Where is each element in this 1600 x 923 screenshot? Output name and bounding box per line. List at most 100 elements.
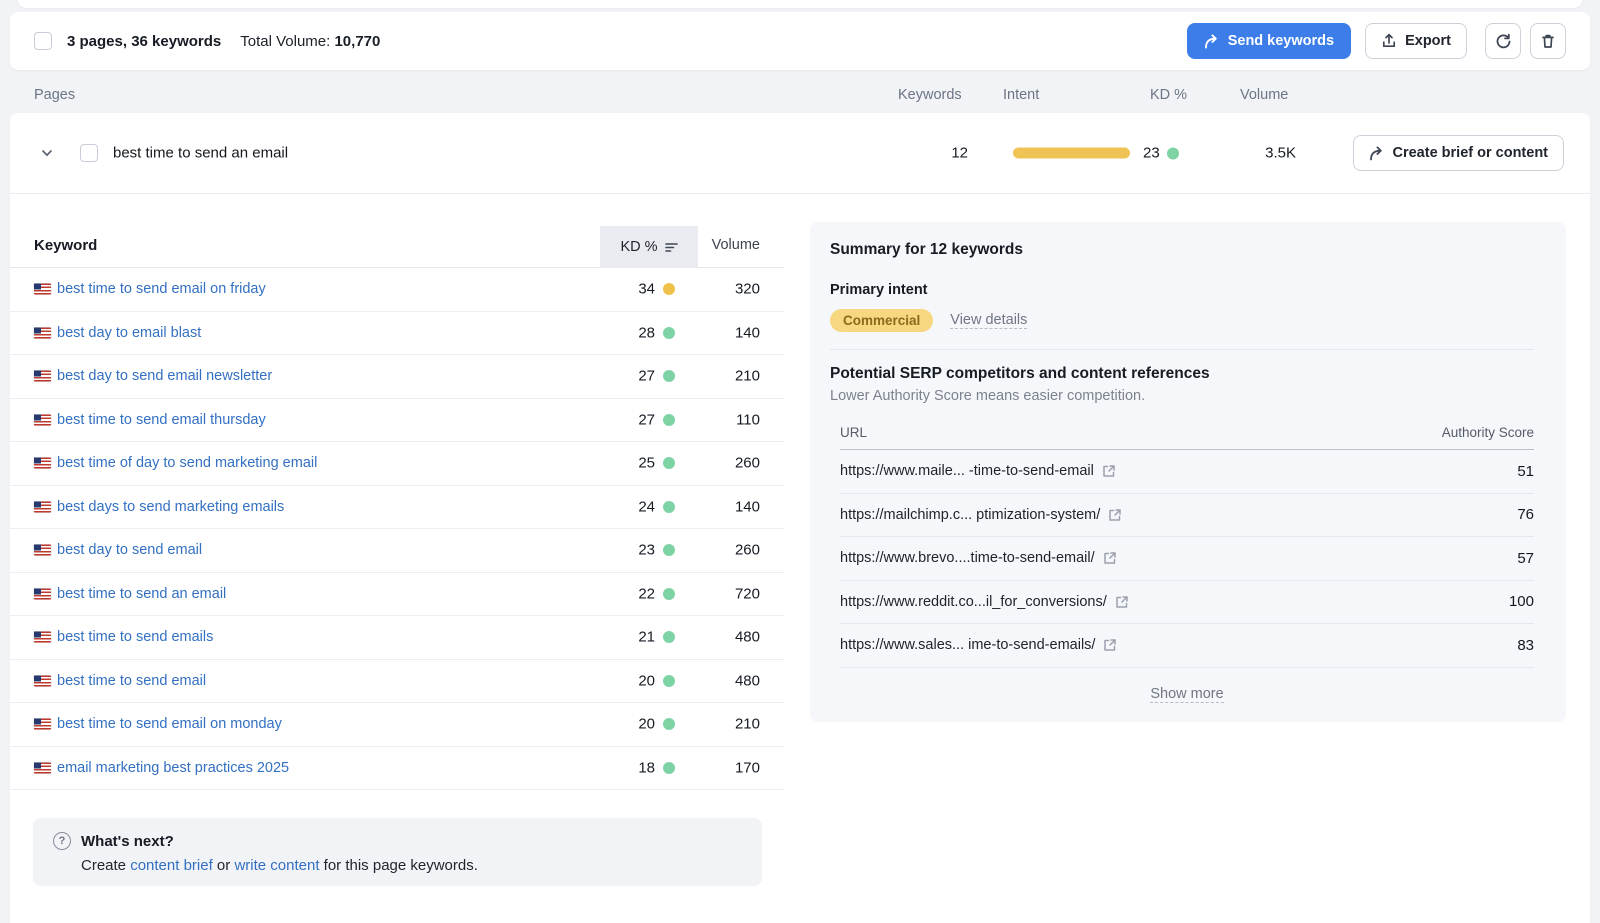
keyword-volume: 260 <box>670 542 760 559</box>
sort-desc-icon <box>665 242 678 253</box>
serp-url-row: https://www.reddit.co...il_for_conversio… <box>840 581 1534 625</box>
external-link-icon[interactable] <box>1115 595 1129 609</box>
chevron-down-icon[interactable] <box>40 146 54 160</box>
keyword-row: best time to send email thursday 27 110 <box>10 399 784 443</box>
us-flag-icon <box>34 719 51 730</box>
whats-next-title: What's next? <box>81 833 174 850</box>
intent-badge: Commercial <box>830 309 933 332</box>
keyword-link[interactable]: best time to send email <box>57 673 206 689</box>
keyword-link[interactable]: best time to send emails <box>57 629 213 645</box>
keyword-kd: 23 <box>585 542 655 559</box>
keyword-row: best day to send email 23 260 <box>10 529 784 573</box>
score-column-header: Authority Score <box>1442 425 1534 440</box>
total-volume: Total Volume: 10,770 <box>240 33 380 50</box>
keyword-row: best time to send an email 22 720 <box>10 573 784 617</box>
page-volume: 3.5K <box>1216 145 1296 162</box>
serp-url: https://www.maile... -time-to-send-email <box>840 463 1094 479</box>
serp-subtitle: Lower Authority Score means easier compe… <box>830 388 1534 404</box>
refresh-icon <box>1495 33 1512 50</box>
external-link-icon[interactable] <box>1102 464 1116 478</box>
authority-score: 76 <box>1517 506 1534 523</box>
keyword-row: best time to send email on friday 34 320 <box>10 268 784 312</box>
keyword-volume: 720 <box>670 585 760 602</box>
content-brief-link[interactable]: content brief <box>130 857 213 874</box>
kd-status-dot <box>1167 147 1179 159</box>
serp-url-table: URL Authority Score https://www.maile...… <box>840 425 1534 703</box>
keyword-link[interactable]: best time to send email thursday <box>57 412 266 428</box>
keyword-row: best day to send email newsletter 27 210 <box>10 355 784 399</box>
us-flag-icon <box>34 414 51 425</box>
keyword-kd: 34 <box>585 281 655 298</box>
refresh-button[interactable] <box>1485 23 1521 59</box>
view-details-link[interactable]: View details <box>950 312 1027 329</box>
us-flag-icon <box>34 458 51 469</box>
selection-summary: 3 pages, 36 keywords <box>67 33 221 50</box>
serp-url: https://www.brevo....time-to-send-email/ <box>840 550 1095 566</box>
keyword-link[interactable]: best time to send email on friday <box>57 281 266 297</box>
export-icon <box>1381 33 1397 49</box>
keyword-volume: 480 <box>670 672 760 689</box>
keyword-link[interactable]: best day to email blast <box>57 325 201 341</box>
us-flag-icon <box>34 588 51 599</box>
page-card: best time to send an email 12 23 3.5K Cr… <box>10 113 1590 923</box>
header-kd-sorted[interactable]: KD % <box>600 226 698 268</box>
page-keywords-count: 12 <box>888 145 968 162</box>
question-icon: ? <box>53 832 71 850</box>
keyword-table-header: Keyword KD % Volume <box>10 226 784 268</box>
show-more-link[interactable]: Show more <box>1150 686 1223 703</box>
us-flag-icon <box>34 545 51 556</box>
keyword-volume: 320 <box>670 281 760 298</box>
create-brief-button[interactable]: Create brief or content <box>1353 135 1565 171</box>
keyword-row: best time of day to send marketing email… <box>10 442 784 486</box>
us-flag-icon <box>34 501 51 512</box>
us-flag-icon <box>34 327 51 338</box>
external-link-icon[interactable] <box>1108 508 1122 522</box>
us-flag-icon <box>34 284 51 295</box>
keyword-link[interactable]: email marketing best practices 2025 <box>57 760 289 776</box>
authority-score: 51 <box>1517 463 1534 480</box>
external-link-icon[interactable] <box>1103 638 1117 652</box>
delete-button[interactable] <box>1530 23 1566 59</box>
us-flag-icon <box>34 371 51 382</box>
pages-header-row: Pages Keywords Intent KD % Volume <box>0 84 1600 110</box>
serp-title: Potential SERP competitors and content r… <box>830 365 1534 383</box>
serp-url-row: https://www.sales... ime-to-send-emails/… <box>840 624 1534 668</box>
header-volume[interactable]: Volume <box>712 237 760 253</box>
keyword-row: email marketing best practices 2025 18 1… <box>10 747 784 791</box>
keyword-volume: 140 <box>670 324 760 341</box>
serp-url: https://www.reddit.co...il_for_conversio… <box>840 594 1107 610</box>
page-detail: Keyword KD % Volume best time to send em… <box>10 194 1590 923</box>
total-volume-value: 10,770 <box>334 33 380 50</box>
keyword-link[interactable]: best time to send an email <box>57 586 226 602</box>
page-checkbox[interactable] <box>80 144 98 162</box>
page-title: best time to send an email <box>113 145 288 162</box>
header-keyword: Keyword <box>34 237 97 254</box>
column-volume: Volume <box>1240 87 1288 103</box>
keyword-link[interactable]: best time of day to send marketing email <box>57 455 317 471</box>
export-button[interactable]: Export <box>1365 23 1467 59</box>
keyword-row: best days to send marketing emails 24 14… <box>10 486 784 530</box>
keyword-link[interactable]: best day to send email <box>57 542 202 558</box>
page-row[interactable]: best time to send an email 12 23 3.5K Cr… <box>10 113 1590 194</box>
write-content-link[interactable]: write content <box>234 857 319 874</box>
keyword-row: best time to send email 20 480 <box>10 660 784 704</box>
keyword-link[interactable]: best days to send marketing emails <box>57 499 284 515</box>
keyword-volume: 110 <box>670 411 760 428</box>
trash-icon <box>1540 33 1556 50</box>
previous-card-edge <box>18 0 1582 8</box>
summary-title: Summary for 12 keywords <box>830 241 1534 259</box>
column-intent: Intent <box>1003 87 1039 103</box>
keyword-volume: 140 <box>670 498 760 515</box>
serp-url: https://www.sales... ime-to-send-emails/ <box>840 637 1095 653</box>
keyword-kd: 21 <box>585 629 655 646</box>
send-keywords-button[interactable]: Send keywords <box>1187 23 1351 59</box>
select-all-checkbox[interactable] <box>34 32 52 50</box>
keyword-link[interactable]: best time to send email on monday <box>57 716 282 732</box>
keyword-kd: 27 <box>585 368 655 385</box>
serp-url-row: https://www.maile... -time-to-send-email… <box>840 450 1534 494</box>
intent-bar <box>1013 148 1130 159</box>
external-link-icon[interactable] <box>1103 551 1117 565</box>
url-column-header: URL <box>840 425 867 440</box>
keyword-link[interactable]: best day to send email newsletter <box>57 368 272 384</box>
keyword-table: Keyword KD % Volume best time to send em… <box>10 226 784 790</box>
